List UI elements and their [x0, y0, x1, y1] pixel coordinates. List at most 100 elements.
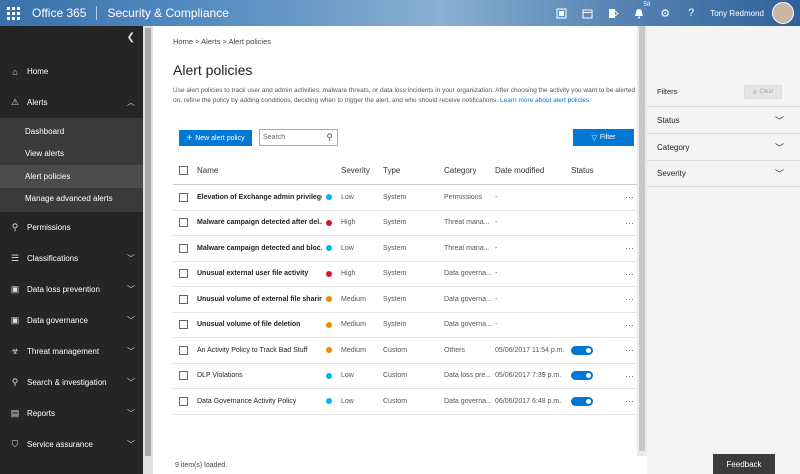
sidebar-subitem-manage-advanced-alerts[interactable]: Manage advanced alerts — [0, 188, 143, 211]
sidebar-item-classifications[interactable]: ☰ Classifications ﹀ — [0, 243, 143, 274]
type-cell: Custom — [383, 372, 408, 380]
select-all-checkbox[interactable] — [179, 157, 188, 184]
sidebar-item-search-investigation[interactable]: ⚲ Search & investigation ﹀ — [0, 367, 143, 398]
help-icon[interactable]: ? — [678, 0, 704, 26]
policy-name[interactable]: Unusual external user file activity — [197, 262, 322, 287]
severity-label: Medium — [341, 321, 366, 329]
table-row[interactable]: Elevation of Exchange admin privilege Low… — [173, 185, 639, 211]
table-row[interactable]: DLP Violations Low Custom Data loss pre... 0… — [173, 364, 639, 389]
sidebar-item-alerts[interactable]: ⚠ Alerts ︿ — [0, 87, 143, 118]
status-toggle[interactable] — [571, 338, 593, 363]
chevron-up-icon: ︿ — [127, 98, 135, 107]
row-checkbox[interactable] — [179, 236, 188, 261]
sidebar-item-reports[interactable]: ▤ Reports ﹀ — [0, 398, 143, 429]
search-input[interactable]: Search ⚲ — [259, 129, 338, 146]
policy-name[interactable]: Data Governance Activity Policy — [197, 389, 322, 414]
filter-severity[interactable]: Severity ﹀ — [647, 160, 800, 187]
column-category[interactable]: Category — [444, 157, 476, 184]
feedback-button[interactable]: Feedback — [713, 454, 775, 474]
more-actions-icon[interactable]: ··· — [625, 287, 634, 312]
avatar[interactable] — [772, 2, 794, 24]
more-actions-icon[interactable]: ··· — [625, 262, 634, 287]
column-type[interactable]: Type — [383, 157, 400, 184]
column-status[interactable]: Status — [571, 157, 594, 184]
more-actions-icon[interactable]: ··· — [625, 364, 634, 389]
row-checkbox[interactable] — [179, 364, 188, 389]
type-cell: System — [383, 193, 407, 201]
notification-bell-icon[interactable]: 58 — [626, 0, 652, 26]
policy-name[interactable]: An Activity Policy to Track Bad Stuff — [197, 338, 322, 363]
product-name[interactable]: Security & Compliance — [107, 6, 228, 20]
row-checkbox[interactable] — [179, 262, 188, 287]
policy-name[interactable]: Elevation of Exchange admin privilege — [197, 185, 322, 210]
policy-name[interactable]: DLP Violations — [197, 364, 322, 389]
table-row[interactable]: Malware campaign detected and bloc... Low… — [173, 236, 639, 262]
sidebar-item-threat-management[interactable]: ☣ Threat management ﹀ — [0, 336, 143, 367]
row-checkbox[interactable] — [179, 338, 188, 363]
sidebar-item-home[interactable]: ⌂ Home — [0, 56, 143, 87]
policy-name[interactable]: Malware campaign detected after del... — [197, 211, 322, 236]
new-alert-policy-button[interactable]: + New alert policy — [179, 130, 252, 146]
policy-name[interactable]: Unusual volume of external file sharin..… — [197, 287, 322, 312]
sharepoint-icon[interactable] — [600, 0, 626, 26]
sidebar-item-data-governance[interactable]: ▣ Data governance ﹀ — [0, 305, 143, 336]
main-scrollbar-thumb[interactable] — [639, 26, 645, 451]
sidebar-subitem-alert-policies[interactable]: Alert policies — [0, 165, 143, 188]
row-checkbox[interactable] — [179, 287, 188, 312]
table-row[interactable]: Unusual external user file activity High S… — [173, 262, 639, 287]
severity-dot — [326, 321, 332, 328]
more-actions-icon[interactable]: ··· — [625, 338, 634, 363]
more-actions-icon[interactable]: ··· — [625, 236, 634, 261]
filter-button[interactable]: ▽ Filter — [573, 129, 634, 146]
app-launcher-button[interactable] — [0, 0, 26, 26]
calendar-icon[interactable] — [574, 0, 600, 26]
user-name[interactable]: Tony Redmond — [710, 9, 764, 18]
sidebar-item-permissions[interactable]: ⚲ Permissions — [0, 212, 143, 243]
status-toggle[interactable] — [571, 364, 593, 389]
type-cell: Custom — [383, 397, 408, 405]
sidebar-item-service-assurance[interactable]: ⛉ Service assurance ﹀ — [0, 429, 143, 460]
sidebar-scrollbar-thumb[interactable] — [145, 28, 151, 456]
status-toggle[interactable] — [571, 389, 593, 414]
policy-name[interactable]: Malware campaign detected and bloc... — [197, 236, 322, 261]
row-checkbox[interactable] — [179, 185, 188, 210]
filter-category[interactable]: Category ﹀ — [647, 133, 800, 160]
sidebar-subitem-view-alerts[interactable]: View alerts — [0, 143, 143, 166]
main-scrollbar[interactable] — [637, 26, 647, 456]
table-row[interactable]: An Activity Policy to Track Bad Stuff Med… — [173, 338, 639, 364]
search-icon[interactable]: ⚲ — [326, 132, 333, 143]
table-row[interactable]: Unusual volume of external file sharin..… — [173, 287, 639, 313]
table-row[interactable]: Malware campaign detected after del... Hi… — [173, 211, 639, 236]
more-actions-icon[interactable]: ··· — [625, 389, 634, 414]
row-checkbox[interactable] — [179, 389, 188, 414]
column-name[interactable]: Name — [197, 157, 218, 184]
filters-title: Filters — [657, 87, 678, 96]
sidebar-subitem-dashboard[interactable]: Dashboard — [0, 120, 143, 143]
more-actions-icon[interactable]: ··· — [625, 185, 634, 210]
more-actions-icon[interactable]: ··· — [625, 313, 634, 338]
sidebar-item-data-loss-prevention[interactable]: ▣ Data loss prevention ﹀ — [0, 274, 143, 305]
table-row[interactable]: Unusual volume of file deletion Medium Sys… — [173, 313, 639, 338]
filter-status[interactable]: Status ﹀ — [647, 106, 800, 133]
app-name[interactable]: Office 365 — [32, 6, 86, 20]
severity-label: Low — [341, 244, 354, 252]
sidebar-scrollbar[interactable] — [143, 26, 153, 474]
date-modified-cell: 05/06/2017 7:39 p.m. — [495, 372, 562, 380]
breadcrumb-alerts[interactable]: Alerts — [201, 37, 220, 46]
clear-filter-icon: ⊘ — [752, 89, 758, 96]
more-actions-icon[interactable]: ··· — [625, 211, 634, 236]
row-checkbox[interactable] — [179, 211, 188, 236]
severity-label: Low — [341, 372, 354, 380]
collapse-sidebar-button[interactable]: ❮ — [127, 32, 135, 43]
table-row[interactable]: Data Governance Activity Policy Low Custom… — [173, 389, 639, 415]
row-checkbox[interactable] — [179, 313, 188, 338]
column-severity[interactable]: Severity — [341, 157, 370, 184]
learn-more-link[interactable]: Learn more about alert policies — [500, 97, 589, 104]
clear-filters-button[interactable]: ⊘ Clear — [744, 85, 782, 99]
gear-icon[interactable]: ⚙ — [652, 0, 678, 26]
exchange-icon[interactable] — [548, 0, 574, 26]
policy-name[interactable]: Unusual volume of file deletion — [197, 313, 322, 338]
breadcrumb-home[interactable]: Home — [173, 37, 193, 46]
column-date-modified[interactable]: Date modified — [495, 157, 544, 184]
sidebar: ❮ ⌂ Home ⚠ Alerts ︿ Dashboard View alert… — [0, 26, 143, 474]
